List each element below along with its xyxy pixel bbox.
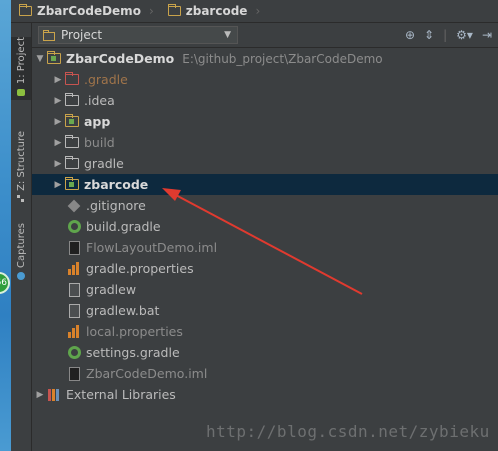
expand-arrow-icon[interactable]: ▶ [52,117,64,127]
text-file-icon [66,303,82,319]
hide-icon[interactable]: ⇥ [482,28,492,42]
tree-row[interactable]: gradlew [32,279,498,300]
breadcrumb-module-label: zbarcode [185,4,248,18]
tree-row[interactable]: .gitignore [32,195,498,216]
tab-structure-label: Z: Structure [15,131,27,191]
tab-project-label: 1: Project [15,37,27,85]
expand-arrow-icon[interactable]: ▶ [52,138,64,148]
folder-icon [167,4,181,16]
tree-item-label: build [84,135,115,150]
gradle-file-icon [66,219,82,235]
folder-icon [64,156,80,172]
tree-item-label: External Libraries [66,387,176,402]
tree-row[interactable]: ▶ gradle [32,153,498,174]
tree-row[interactable]: ▶ .idea [32,90,498,111]
toolbar-divider: | [443,28,448,42]
folder-icon [64,135,80,151]
module-folder-icon [64,177,80,193]
sync-icon[interactable]: ⊕ [405,28,415,42]
folder-icon [19,4,32,16]
tree-item-label: gradlew.bat [86,303,160,318]
gradle-file-icon [66,345,82,361]
folder-icon [46,51,62,67]
tab-captures-label: Captures [15,223,27,268]
tree-row[interactable]: ZbarCodeDemo.iml [32,363,498,384]
tree-row-project-root[interactable]: ▼ ZbarCodeDemo E:\github_project\ZbarCod… [32,48,498,69]
breadcrumb: ZbarCodeDemo › zbarcode › [11,0,498,23]
tree-row[interactable]: settings.gradle [32,342,498,363]
tree-item-label: FlowLayoutDemo.iml [86,240,218,255]
expand-arrow-icon[interactable]: ▶ [52,75,64,85]
breadcrumb-separator: › [148,4,154,18]
tree-item-label: app [84,114,111,129]
git-file-icon [66,198,82,214]
module-folder-icon [64,114,80,130]
project-view-icon [43,29,55,41]
android-icon [17,89,25,97]
tree-item-label: gradle [84,156,124,171]
desktop-badge: 66 [0,272,10,294]
watermark: http://blog.csdn.net/zybieku [206,422,490,441]
folder-icon [64,93,80,109]
breadcrumb-project[interactable]: ZbarCodeDemo › [11,0,160,22]
tree-row[interactable]: FlowLayoutDemo.iml [32,237,498,258]
iml-file-icon [66,240,82,256]
tree-row[interactable]: build.gradle [32,216,498,237]
chevron-down-icon: ▼ [224,30,231,40]
project-tool-header: Project ▼ ⊕ ⇕ | ⚙▾ ⇥ [32,23,498,48]
tree-item-label: .gitignore [86,198,146,213]
tree-row[interactable]: gradlew.bat [32,300,498,321]
captures-icon [17,271,25,280]
breadcrumb-separator: › [255,4,261,18]
view-selector[interactable]: Project ▼ [38,26,238,44]
tab-project[interactable]: 1: Project [11,37,31,101]
properties-file-icon [66,261,82,277]
tree-item-label: gradle.properties [86,261,194,276]
view-selector-label: Project [61,28,103,42]
text-file-icon [66,282,82,298]
tree-item-label: ZbarCodeDemo [66,51,175,66]
tree-item-label: settings.gradle [86,345,180,360]
properties-file-icon [66,324,82,340]
tab-captures[interactable]: Captures [11,223,31,284]
tree-item-label: build.gradle [86,219,161,234]
expand-arrow-icon[interactable]: ▶ [52,96,64,106]
iml-file-icon [66,366,82,382]
expand-arrow-icon[interactable]: ▶ [52,180,64,190]
folder-icon [64,72,80,88]
tool-window-strip: 1: Project Z: Structure Captures [11,23,32,451]
project-path: E:\github_project\ZbarCodeDemo [182,51,383,66]
tree-row[interactable]: gradle.properties [32,258,498,279]
tree-row-external-libraries[interactable]: ▶ External Libraries [32,384,498,405]
tree-row[interactable]: ▶ build [32,132,498,153]
desktop-background: 66 [0,0,11,451]
expand-arrow-icon[interactable]: ▶ [34,390,46,400]
expand-arrow-icon[interactable]: ▶ [52,159,64,169]
tree-item-label: zbarcode [84,177,149,192]
collapse-icon[interactable]: ⇕ [424,28,434,42]
tree-item-label: .gradle [84,72,128,87]
breadcrumb-module[interactable]: zbarcode › [160,0,267,22]
tree-row[interactable]: ▶ app [32,111,498,132]
tree-row[interactable]: ▶ .gradle [32,69,498,90]
tree-row[interactable]: local.properties [32,321,498,342]
tree-item-label: ZbarCodeDemo.iml [86,366,208,381]
breadcrumb-project-label: ZbarCodeDemo [37,4,141,18]
tree-item-label: local.properties [86,324,183,339]
tree-item-label: .idea [84,93,115,108]
project-tree: ▼ ZbarCodeDemo E:\github_project\ZbarCod… [32,48,498,451]
tree-item-label: gradlew [86,282,137,297]
settings-icon[interactable]: ⚙▾ [456,28,473,42]
tab-structure[interactable]: Z: Structure [11,131,31,207]
expand-arrow-icon[interactable]: ▼ [34,54,46,64]
tree-row-selected[interactable]: ▶ zbarcode [32,174,498,195]
structure-icon [17,194,24,202]
library-icon [46,387,62,403]
